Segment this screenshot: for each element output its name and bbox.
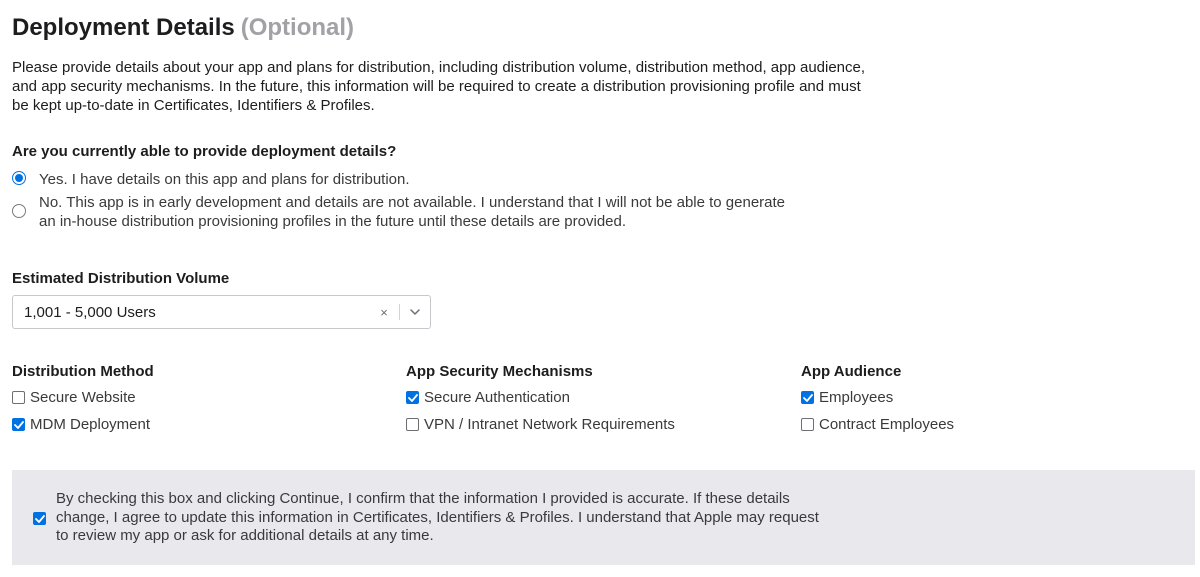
radio-option-no[interactable]: No. This app is in early development and… <box>12 193 799 231</box>
consent-checkbox[interactable] <box>33 512 46 525</box>
checkbox-label[interactable]: MDM Deployment <box>30 416 150 433</box>
page-title-text: Deployment Details <box>12 14 235 41</box>
security-title: App Security Mechanisms <box>406 363 593 380</box>
checkmark-icon <box>34 514 45 523</box>
checkbox[interactable] <box>406 418 419 431</box>
optional-label: (Optional) <box>240 14 355 41</box>
checkbox-checked[interactable] <box>406 391 419 404</box>
intro-text: Please provide details about your app an… <box>12 59 866 114</box>
deployment-question: Are you currently able to provide deploy… <box>12 143 397 160</box>
checkbox-checked[interactable] <box>801 391 814 404</box>
volume-select[interactable]: 1,001 - 5,000 Users × <box>12 295 431 329</box>
checkmark-icon <box>802 393 813 402</box>
checkbox-vpn-intranet[interactable]: VPN / Intranet Network Requirements <box>406 416 675 433</box>
audience-title: App Audience <box>801 363 902 380</box>
radio-yes[interactable] <box>12 171 26 185</box>
radio-option-yes[interactable]: Yes. I have details on this app and plan… <box>12 170 799 189</box>
volume-select-value[interactable]: 1,001 - 5,000 Users <box>13 304 375 321</box>
checkbox-label[interactable]: Secure Authentication <box>424 389 570 406</box>
checkbox-checked[interactable] <box>12 418 25 431</box>
checkbox-mdm-deployment[interactable]: MDM Deployment <box>12 416 150 433</box>
consent-panel: By checking this box and clicking Contin… <box>12 470 1195 565</box>
checkbox-secure-authentication[interactable]: Secure Authentication <box>406 389 570 406</box>
radio-yes-label[interactable]: Yes. I have details on this app and plan… <box>39 170 799 189</box>
checkmark-icon <box>13 420 24 429</box>
radio-no[interactable] <box>12 204 26 218</box>
checkmark-icon <box>407 393 418 402</box>
consent-text[interactable]: By checking this box and clicking Contin… <box>56 490 831 546</box>
checkbox-label[interactable]: Employees <box>819 389 893 406</box>
checkbox-label[interactable]: Contract Employees <box>819 416 954 433</box>
page-title: Deployment Details (Optional) <box>12 14 354 42</box>
checkbox-employees[interactable]: Employees <box>801 389 893 406</box>
checkbox-label[interactable]: VPN / Intranet Network Requirements <box>424 416 675 433</box>
checkbox-label[interactable]: Secure Website <box>30 389 136 406</box>
checkbox-secure-website[interactable]: Secure Website <box>12 389 136 406</box>
checkbox-contract-employees[interactable]: Contract Employees <box>801 416 954 433</box>
distribution-method-title: Distribution Method <box>12 363 154 380</box>
checkbox[interactable] <box>801 418 814 431</box>
radio-no-label[interactable]: No. This app is in early development and… <box>39 193 799 231</box>
clear-icon[interactable]: × <box>375 305 393 320</box>
checkbox[interactable] <box>12 391 25 404</box>
volume-label: Estimated Distribution Volume <box>12 270 230 287</box>
chevron-down-icon[interactable] <box>400 309 430 315</box>
